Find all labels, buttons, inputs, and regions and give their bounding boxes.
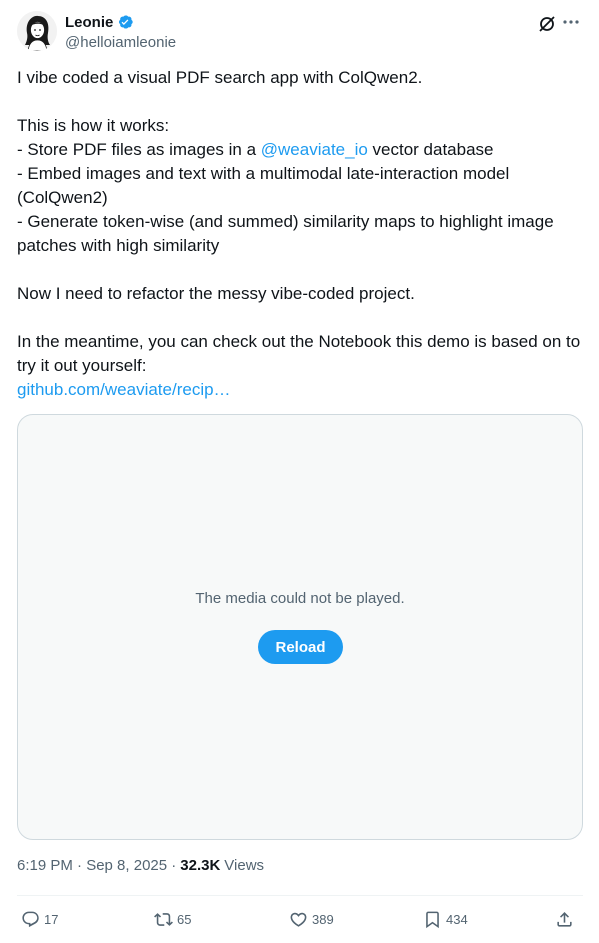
avatar[interactable] — [17, 11, 57, 51]
bookmark-icon — [426, 911, 439, 928]
like-count: 389 — [312, 911, 334, 927]
views-label: Views — [224, 857, 265, 874]
reply-count: 17 — [44, 911, 59, 927]
tweet-header: Leonie @helloiamleonie — [17, 11, 583, 55]
author-name[interactable]: Leonie — [65, 14, 113, 31]
heart-icon — [290, 912, 307, 927]
media-player[interactable]: The media could not be played. Reload — [17, 414, 583, 840]
tweet-meta: 6:19 PM · Sep 8, 2025 · 32.3K Views — [17, 857, 264, 874]
tweet-body: I vibe coded a visual PDF search app wit… — [17, 66, 583, 402]
bookmark-button[interactable]: 434 — [423, 905, 468, 933]
repost-count: 65 — [177, 911, 192, 927]
tweet-line: I vibe coded a visual PDF search app wit… — [17, 68, 423, 87]
media-error-message: The media could not be played. — [195, 590, 405, 607]
grok-icon[interactable] — [537, 14, 557, 34]
repost-icon — [154, 912, 173, 926]
more-options-icon[interactable] — [561, 12, 581, 32]
mention-link[interactable]: @weaviate_io — [261, 140, 368, 159]
action-bar: 17 65 389 434 — [17, 905, 583, 933]
timestamp[interactable]: 6:19 PM · Sep 8, 2025 · — [17, 857, 176, 874]
verified-badge-icon[interactable] — [116, 13, 134, 31]
author-handle[interactable]: @helloiamleonie — [65, 34, 176, 51]
reply-button[interactable]: 17 — [21, 905, 58, 933]
repost-button[interactable]: 65 — [154, 905, 191, 933]
reply-icon — [22, 911, 39, 927]
tweet-bullet: - Store PDF files as images in a @weavia… — [17, 140, 494, 159]
tweet-line: Now I need to refactor the messy vibe-co… — [17, 284, 415, 303]
share-icon — [557, 911, 572, 927]
author-block: Leonie @helloiamleonie — [65, 12, 176, 52]
github-link[interactable]: github.com/weaviate/recip… — [17, 380, 231, 399]
share-button[interactable] — [555, 905, 574, 933]
avatar-illustration-icon — [17, 11, 57, 51]
bookmark-count: 434 — [446, 911, 468, 927]
tweet-bullet: - Generate token-wise (and summed) simil… — [17, 212, 554, 255]
tweet-bullet: - Embed images and text with a multimoda… — [17, 164, 510, 207]
reload-button[interactable]: Reload — [258, 630, 343, 664]
views-count: 32.3K — [180, 857, 221, 874]
divider — [17, 895, 583, 896]
tweet-line: This is how it works: — [17, 116, 170, 135]
like-button[interactable]: 389 — [289, 905, 334, 933]
tweet-line: In the meantime, you can check out the N… — [17, 332, 581, 375]
